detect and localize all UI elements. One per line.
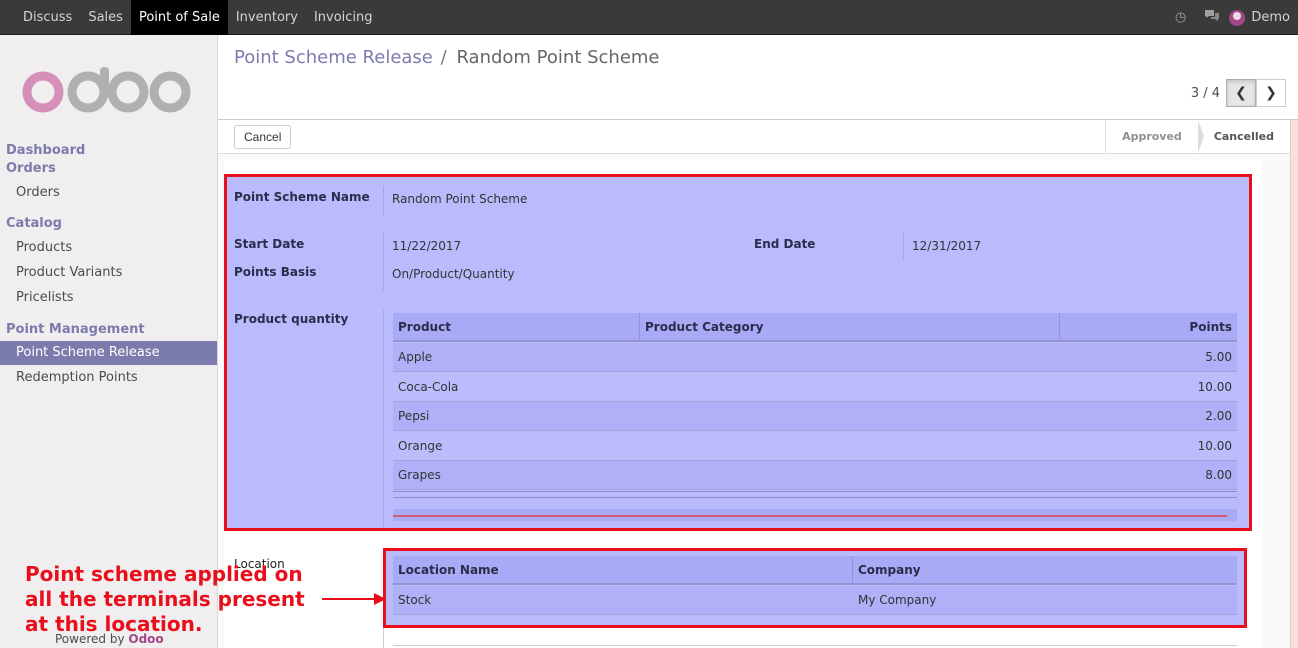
table-header: Location Name Company bbox=[393, 556, 1237, 585]
sidebar-item-product-variants[interactable]: Product Variants bbox=[0, 261, 217, 285]
table-row[interactable]: Stock My Company bbox=[393, 586, 1237, 615]
cell-product: Orange bbox=[398, 439, 443, 453]
chevron-right-icon: ❯ bbox=[1265, 85, 1277, 101]
sidebar-item-orders[interactable]: Orders bbox=[0, 181, 217, 205]
field-divider bbox=[903, 233, 904, 261]
pager: 3 / 4 ❮ ❯ bbox=[1191, 79, 1286, 107]
callout-line-1: Point scheme applied on bbox=[25, 562, 303, 586]
table-header: Product Product Category Points bbox=[393, 313, 1237, 342]
column-header-location-name[interactable]: Location Name bbox=[398, 556, 499, 585]
points-basis-field[interactable]: On/Product/Quantity bbox=[392, 267, 515, 281]
odoo-logo bbox=[22, 67, 191, 113]
sidebar-head-dashboard[interactable]: Dashboard bbox=[6, 143, 85, 158]
cell-points: 10.00 bbox=[1197, 439, 1232, 453]
breadcrumb-separator: / bbox=[440, 47, 447, 68]
callout-line-2: all the terminals present bbox=[25, 587, 305, 611]
end-date-field[interactable]: 12/31/2017 bbox=[912, 239, 981, 253]
control-panel: Point Scheme Release / Random Point Sche… bbox=[218, 35, 1298, 120]
menu-discuss[interactable]: Discuss bbox=[15, 0, 80, 35]
field-divider bbox=[383, 310, 384, 528]
product-points-table: Product Product Category Points Apple 5.… bbox=[393, 313, 1237, 523]
column-divider bbox=[852, 556, 853, 585]
form-statusbar: Cancel Approved Cancelled bbox=[218, 120, 1298, 154]
app-menu: Discuss Sales Point of Sale Inventory In… bbox=[15, 0, 381, 35]
section-divider bbox=[393, 645, 1237, 646]
stage-cancelled[interactable]: Cancelled bbox=[1198, 120, 1290, 153]
table-row[interactable]: Coca-Cola 10.00 bbox=[393, 373, 1237, 402]
end-date-label: End Date bbox=[754, 237, 816, 251]
cell-points: 8.00 bbox=[1205, 468, 1232, 482]
breadcrumb-parent[interactable]: Point Scheme Release bbox=[234, 47, 433, 68]
cell-product: Apple bbox=[398, 350, 433, 364]
cancel-button[interactable]: Cancel bbox=[234, 125, 292, 149]
table-footer bbox=[393, 491, 1237, 498]
table-row[interactable]: Orange 10.00 bbox=[393, 432, 1237, 461]
scheme-name-field[interactable]: Random Point Scheme bbox=[392, 192, 527, 206]
avatar bbox=[1229, 9, 1246, 26]
callout-arrow-icon bbox=[322, 593, 386, 605]
field-divider bbox=[383, 186, 384, 216]
stage-approved[interactable]: Approved bbox=[1106, 120, 1204, 153]
sidebar-head-point-management: Point Management bbox=[6, 322, 145, 337]
column-header-product-category[interactable]: Product Category bbox=[645, 313, 763, 342]
activity-clock-icon[interactable]: ◷ bbox=[1175, 10, 1186, 25]
cell-points: 2.00 bbox=[1205, 409, 1232, 423]
scheme-name-label: Point Scheme Name bbox=[234, 190, 370, 204]
table-row[interactable]: Apple 5.00 bbox=[393, 343, 1237, 372]
cell-product: Pepsi bbox=[398, 409, 430, 423]
chat-messages-icon[interactable] bbox=[1204, 9, 1220, 26]
callout-annotation: Point scheme applied on all the terminal… bbox=[25, 562, 305, 637]
user-name: Demo bbox=[1251, 10, 1290, 25]
start-date-label: Start Date bbox=[234, 237, 305, 251]
callout-line-3: at this location. bbox=[25, 612, 203, 636]
location-table: Location Name Company Stock My Company bbox=[393, 556, 1237, 616]
chatter-edge bbox=[1290, 120, 1298, 648]
table-bottom-line bbox=[393, 515, 1227, 517]
points-basis-label: Points Basis bbox=[234, 265, 317, 279]
table-scroll-area bbox=[393, 509, 1237, 521]
product-quantity-label: Product quantity bbox=[234, 312, 349, 326]
column-header-points[interactable]: Points bbox=[1189, 313, 1232, 342]
cell-product: Coca-Cola bbox=[398, 380, 459, 394]
column-divider bbox=[1059, 313, 1060, 342]
sidebar: Dashboard Orders Orders Catalog Products… bbox=[0, 35, 218, 648]
pager-next-button[interactable]: ❯ bbox=[1256, 79, 1286, 107]
user-menu[interactable]: Demo bbox=[1229, 9, 1290, 26]
menu-invoicing[interactable]: Invoicing bbox=[306, 0, 381, 35]
pager-previous-button[interactable]: ❮ bbox=[1226, 79, 1256, 107]
cell-points: 10.00 bbox=[1197, 380, 1232, 394]
chevron-left-icon: ❮ bbox=[1235, 85, 1247, 101]
sidebar-item-point-scheme-release[interactable]: Point Scheme Release bbox=[0, 341, 217, 365]
menu-inventory[interactable]: Inventory bbox=[228, 0, 306, 35]
start-date-field[interactable]: 11/22/2017 bbox=[392, 239, 461, 253]
menu-point-of-sale[interactable]: Point of Sale bbox=[130, 0, 228, 35]
menu-sales[interactable]: Sales bbox=[80, 0, 131, 35]
sidebar-item-redemption-points[interactable]: Redemption Points bbox=[0, 366, 217, 390]
sidebar-item-products[interactable]: Products bbox=[0, 236, 217, 260]
status-stages: Approved Cancelled bbox=[1105, 120, 1290, 153]
cell-company: My Company bbox=[858, 593, 937, 607]
breadcrumb-current: Random Point Scheme bbox=[456, 47, 660, 68]
cell-location-name: Stock bbox=[398, 593, 432, 607]
pager-counter: 3 / 4 bbox=[1190, 85, 1220, 101]
column-header-product[interactable]: Product bbox=[398, 313, 451, 342]
field-divider bbox=[383, 233, 384, 291]
breadcrumb: Point Scheme Release / Random Point Sche… bbox=[234, 47, 660, 68]
cell-points: 5.00 bbox=[1205, 350, 1232, 364]
sidebar-item-pricelists[interactable]: Pricelists bbox=[0, 286, 217, 310]
column-divider bbox=[639, 313, 640, 342]
column-header-company[interactable]: Company bbox=[858, 556, 921, 585]
sidebar-head-orders: Orders bbox=[6, 161, 56, 176]
top-navbar: Discuss Sales Point of Sale Inventory In… bbox=[0, 0, 1298, 35]
table-row[interactable]: Grapes 8.00 bbox=[393, 461, 1237, 490]
sidebar-head-catalog: Catalog bbox=[6, 216, 62, 231]
cell-product: Grapes bbox=[398, 468, 441, 482]
table-row[interactable]: Pepsi 2.00 bbox=[393, 402, 1237, 431]
